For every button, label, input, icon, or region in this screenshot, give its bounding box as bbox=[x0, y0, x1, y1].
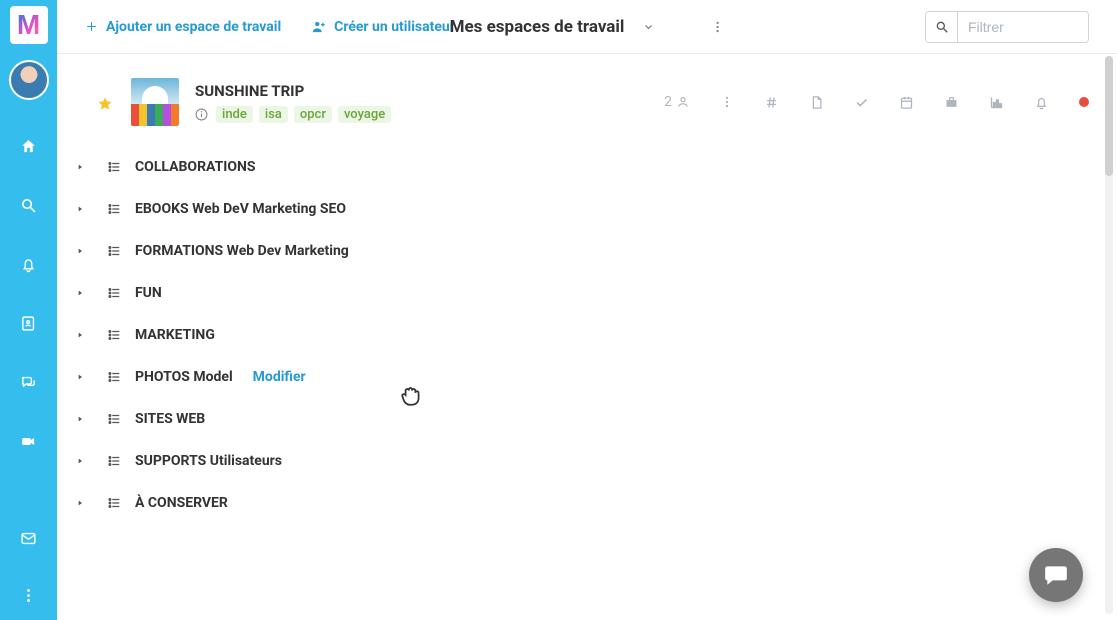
create-user-button[interactable]: Créer un utilisateur bbox=[311, 19, 455, 35]
tree-item-label: SITES WEB bbox=[135, 411, 205, 427]
filter-search-button[interactable] bbox=[926, 12, 958, 42]
tree-item-label: MARKETING bbox=[135, 327, 215, 343]
info-icon[interactable] bbox=[195, 108, 208, 121]
list-icon bbox=[107, 370, 121, 384]
mail-icon[interactable] bbox=[20, 530, 37, 547]
filter-input[interactable] bbox=[958, 12, 1088, 42]
folder-tree: COLLABORATIONS EBOOKS Web DeV Marketing … bbox=[57, 138, 1117, 524]
workspace-header: SUNSHINE TRIP inde isa opcr voyage 2 bbox=[57, 54, 1117, 138]
caret-right-icon[interactable] bbox=[75, 457, 85, 465]
tree-item[interactable]: FORMATIONS Web Dev Marketing bbox=[75, 230, 1117, 272]
search-icon bbox=[935, 20, 949, 34]
tree-item[interactable]: SUPPORTS Utilisateurs bbox=[75, 440, 1117, 482]
calendar-icon[interactable] bbox=[899, 95, 914, 110]
caret-right-icon[interactable] bbox=[75, 289, 85, 297]
tag[interactable]: inde bbox=[216, 106, 253, 123]
main-area: Ajouter un espace de travail Créer un ut… bbox=[57, 0, 1117, 620]
tree-item[interactable]: COLLABORATIONS bbox=[75, 146, 1117, 188]
bell-icon[interactable] bbox=[20, 256, 37, 273]
tree-item[interactable]: À CONSERVER bbox=[75, 482, 1117, 524]
user-count-value: 2 bbox=[664, 94, 672, 110]
caret-right-icon[interactable] bbox=[75, 247, 85, 255]
tree-item-label: SUPPORTS Utilisateurs bbox=[135, 453, 282, 469]
user-count[interactable]: 2 bbox=[664, 94, 690, 110]
tree-item-label: PHOTOS Model bbox=[135, 369, 233, 385]
workspace-thumbnail[interactable] bbox=[131, 78, 179, 126]
add-workspace-label: Ajouter un espace de travail bbox=[106, 19, 281, 35]
chat-fab[interactable] bbox=[1029, 548, 1083, 602]
document-icon[interactable] bbox=[809, 95, 824, 110]
list-icon bbox=[107, 412, 121, 426]
workspace-meta: inde isa opcr voyage bbox=[195, 106, 391, 123]
tree-item[interactable]: MARKETING bbox=[75, 314, 1117, 356]
filter-box bbox=[925, 11, 1089, 43]
more-vertical-icon[interactable] bbox=[710, 20, 724, 34]
briefcase-icon[interactable] bbox=[944, 95, 959, 110]
contacts-icon[interactable] bbox=[20, 315, 37, 332]
favorite-star-icon[interactable] bbox=[97, 96, 113, 112]
status-dot[interactable] bbox=[1079, 97, 1089, 107]
scrollbar-thumb[interactable] bbox=[1105, 56, 1113, 176]
tree-item[interactable]: FUN bbox=[75, 272, 1117, 314]
chart-icon[interactable] bbox=[989, 95, 1004, 110]
app-logo[interactable]: M bbox=[10, 6, 48, 44]
search-icon[interactable] bbox=[20, 197, 37, 214]
scrollbar-track[interactable] bbox=[1105, 56, 1113, 614]
caret-right-icon[interactable] bbox=[75, 499, 85, 507]
tree-item-label: EBOOKS Web DeV Marketing SEO bbox=[135, 201, 346, 217]
chevron-down-icon bbox=[642, 21, 654, 33]
list-icon bbox=[107, 244, 121, 258]
topbar: Ajouter un espace de travail Créer un ut… bbox=[57, 0, 1117, 54]
more-vertical-icon[interactable] bbox=[720, 95, 734, 109]
user-icon bbox=[676, 95, 690, 109]
caret-right-icon[interactable] bbox=[75, 373, 85, 381]
modify-link[interactable]: Modifier bbox=[253, 369, 306, 385]
check-icon[interactable] bbox=[854, 95, 869, 110]
list-icon bbox=[107, 454, 121, 468]
caret-right-icon[interactable] bbox=[75, 331, 85, 339]
tag[interactable]: isa bbox=[259, 106, 288, 123]
caret-right-icon[interactable] bbox=[75, 205, 85, 213]
list-icon bbox=[107, 496, 121, 510]
list-icon bbox=[107, 286, 121, 300]
list-icon bbox=[107, 328, 121, 342]
list-icon bbox=[107, 160, 121, 174]
tree-item-label: À CONSERVER bbox=[135, 495, 228, 511]
tree-item[interactable]: EBOOKS Web DeV Marketing SEO bbox=[75, 188, 1117, 230]
hashtag-icon[interactable] bbox=[764, 95, 779, 110]
more-vertical-icon[interactable] bbox=[20, 587, 37, 604]
add-workspace-button[interactable]: Ajouter un espace de travail bbox=[85, 19, 281, 35]
chat-bubble-icon bbox=[1043, 562, 1069, 588]
left-sidebar: M bbox=[0, 0, 57, 620]
workspace-selector-label: Mes espaces de travail bbox=[450, 17, 625, 37]
workspace-title[interactable]: SUNSHINE TRIP bbox=[195, 82, 391, 100]
video-icon[interactable] bbox=[20, 433, 37, 450]
tree-item-label: FORMATIONS Web Dev Marketing bbox=[135, 243, 349, 259]
user-plus-icon bbox=[311, 19, 326, 34]
tree-item-label: FUN bbox=[135, 285, 162, 301]
home-icon[interactable] bbox=[20, 138, 37, 155]
create-user-label: Créer un utilisateur bbox=[334, 19, 455, 35]
tree-item[interactable]: PHOTOS Model Modifier bbox=[75, 356, 1117, 398]
tag[interactable]: opcr bbox=[294, 106, 332, 123]
tree-item-label: COLLABORATIONS bbox=[135, 159, 256, 175]
app-logo-letter: M bbox=[17, 11, 40, 39]
caret-right-icon[interactable] bbox=[75, 163, 85, 171]
tag[interactable]: voyage bbox=[338, 106, 391, 123]
plus-icon bbox=[85, 20, 98, 33]
chat-icon[interactable] bbox=[20, 374, 37, 391]
bell-icon[interactable] bbox=[1034, 95, 1049, 110]
avatar[interactable] bbox=[9, 60, 49, 100]
tree-item[interactable]: SITES WEB bbox=[75, 398, 1117, 440]
list-icon bbox=[107, 202, 121, 216]
caret-right-icon[interactable] bbox=[75, 415, 85, 423]
workspace-selector[interactable]: Mes espaces de travail bbox=[450, 0, 725, 54]
